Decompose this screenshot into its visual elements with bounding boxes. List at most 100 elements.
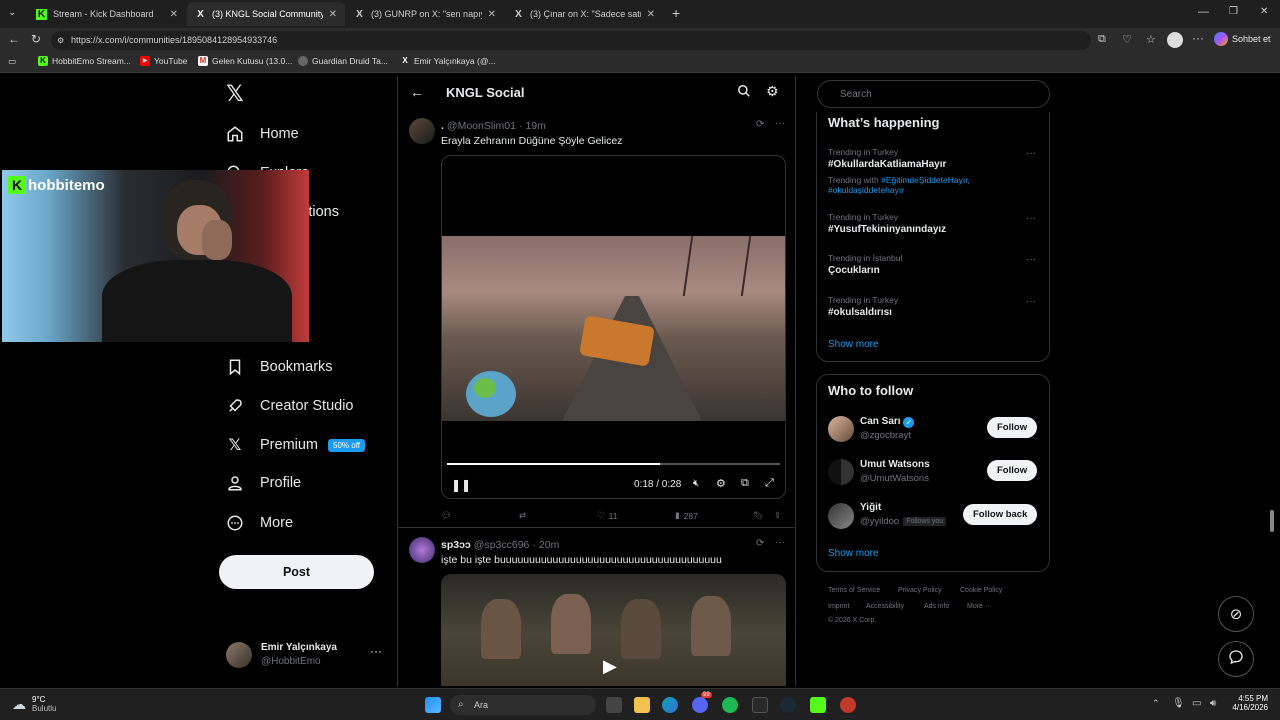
weather-widget[interactable]: ☁ 9°C Bulutlu [12,695,56,713]
avatar[interactable] [828,503,854,529]
more-dots-icon[interactable]: ··· [1026,296,1036,307]
mute-icon[interactable]: 🔇︎ [693,478,699,489]
account-switcher[interactable]: Emir Yalçınkaya @HobbitEmo ··· [226,640,386,672]
close-icon[interactable]: ✕ [329,9,337,20]
back-icon[interactable]: ← [8,32,20,46]
bookmarks-menu-icon[interactable]: ▭ [8,56,16,67]
messages-button[interactable] [1218,641,1254,677]
spotify-icon[interactable] [722,697,738,713]
tab-list-icon[interactable]: ⌄ [8,7,16,18]
volume-icon[interactable]: 🔊︎ [1210,698,1216,709]
bookmark-youtube[interactable]: ▶ YouTube [140,56,187,66]
bookmark-emir[interactable]: X Emir Yalçınkaya (@... [400,56,495,66]
footer-link-imprint[interactable]: Imprint [828,603,849,610]
tweet-author-name[interactable]: sp3ɔɔ [441,539,471,551]
avatar[interactable] [828,416,854,442]
trend-related-tag[interactable]: #EğitimdeŞiddeteHayır, [881,175,970,185]
pause-icon[interactable]: ❚❚ [451,478,471,492]
tweet[interactable]: sp3ɔɔ @sp3cc696 · 20m ⟳ ··· işte bu işte… [398,529,795,686]
bookmark-gmail[interactable]: M Gelen Kutusu (13.0... [198,56,292,66]
trends-show-more-link[interactable]: Show more [828,339,879,350]
video-progress-track[interactable] [447,463,780,465]
trend-tag[interactable]: Çocukların [828,265,880,276]
tweet[interactable]: . @MoonSlim01 · 19m ⟳ ··· Erayla Zehranı… [398,110,795,528]
close-icon[interactable]: ✕ [647,9,655,20]
tab-kick-dashboard[interactable]: K Stream - Kick Dashboard ✕ [28,2,186,26]
nav-profile[interactable]: Profile [226,474,301,492]
tweet-author-handle[interactable]: @MoonSlim01 [447,120,516,132]
tab-cinar[interactable]: X (3) Çınar on X: "Sadece satranç atı ✕ [505,2,663,26]
obs-icon[interactable] [840,697,856,713]
minimize-icon[interactable]: — [1198,6,1209,18]
pip-icon[interactable]: ⧉ [741,477,749,490]
follow-suggestion-name[interactable]: Yiğit [860,502,881,513]
grok-icon[interactable]: ⟳ [756,119,764,130]
grok-button[interactable]: ⊘ [1218,596,1254,632]
footer-link-accessibility[interactable]: Accessibility [866,603,904,610]
more-dots-icon[interactable]: ··· [775,537,785,548]
tweet-author-name[interactable]: . [441,120,444,132]
footer-link-more[interactable]: More ··· [967,603,992,610]
tray-chevron-icon[interactable]: ⌃ [1152,698,1160,709]
favorites-icon[interactable]: ☆ [1146,33,1156,46]
edge-icon[interactable] [662,697,678,713]
bookmark-icon[interactable]: 🔖︎ [753,510,764,521]
video-settings-icon[interactable]: ⚙ [716,477,726,490]
taskbar-search[interactable]: ⌕ Ara [450,695,596,715]
new-tab-icon[interactable]: + [672,5,680,21]
nav-more[interactable]: More [226,514,293,532]
follow-suggestion-name[interactable]: Can Sarı ✓ [860,416,915,428]
tweet-time[interactable]: 19m [525,120,545,132]
follow-suggestion-handle[interactable]: @zgocbrayt [860,430,911,441]
url-input[interactable]: ⚙ https://x.com/i/communities/1895084128… [51,31,1091,50]
file-explorer-icon[interactable] [634,697,650,713]
bookmark-hobbitemo[interactable]: K HobbitEmo Stream... [38,56,131,66]
network-icon[interactable]: ▭ [1192,698,1201,709]
x-logo-icon[interactable]: 𝕏 [226,83,248,105]
footer-link-cookies[interactable]: Cookie Policy [960,587,1002,594]
trend-tag[interactable]: #YusufTekininyanındayız [828,224,946,235]
discord-icon[interactable]: 99 [692,692,712,713]
settings-more-icon[interactable]: ··· [1192,31,1204,45]
terminal-icon[interactable] [752,697,768,713]
follow-button[interactable]: Follow [987,460,1038,481]
video-thumbnail[interactable]: ▶ [441,574,786,686]
tweet-time[interactable]: 20m [539,539,559,551]
grok-icon[interactable]: ⟳ [756,538,764,549]
more-dots-icon[interactable]: ··· [1026,148,1036,159]
play-icon[interactable]: ▶ [603,656,617,677]
task-view-icon[interactable] [606,697,622,713]
fullscreen-icon[interactable]: ⤢ [765,477,774,490]
like-button[interactable]: ♡ 11 [597,510,617,521]
search-input[interactable] [817,80,1050,108]
scrollbar-thumb[interactable] [1270,510,1274,532]
follow-back-button[interactable]: Follow back [963,504,1038,525]
back-arrow-icon[interactable]: ← [410,84,424,100]
tweet-author-handle[interactable]: @sp3cc696 [474,539,530,551]
follow-button[interactable]: Follow [987,417,1038,438]
kick-icon[interactable] [810,697,826,713]
nav-creator-studio[interactable]: Creator Studio [226,397,354,415]
trend-tag[interactable]: #OkullardaKatliamaHayır [828,159,946,170]
follow-suggestion-handle[interactable]: @yyildoo Follows you [860,516,947,527]
avatar[interactable] [409,537,435,563]
avatar[interactable] [828,459,854,485]
video-player[interactable]: ❚❚ 0:18 / 0:28 🔇︎ ⚙ ⧉ ⤢ [441,155,786,499]
extensions-icon[interactable]: ⧉ [1098,33,1106,46]
page-scrollbar[interactable] [1269,76,1275,686]
profile-avatar[interactable] [1167,32,1183,48]
avatar[interactable] [409,118,435,144]
window-close-icon[interactable]: ✕ [1260,6,1268,17]
post-button[interactable]: Post [219,555,374,589]
copilot-button[interactable]: Sohbet et [1214,32,1271,46]
trend-related-tag[interactable]: #okuldaşiddetehayır [828,185,904,195]
nav-home[interactable]: Home [226,125,299,143]
tab-kngl-community[interactable]: X (3) KNGL Social Community / X ✕ [187,2,345,26]
nav-premium[interactable]: 𝕏 Premium 50% off [226,436,365,454]
follow-suggestion-handle[interactable]: @UmutWatsons [860,473,929,484]
repost-button[interactable]: ⇄ [519,510,526,521]
close-icon[interactable]: ✕ [170,9,178,20]
close-icon[interactable]: ✕ [488,9,496,20]
search-icon[interactable] [737,84,751,103]
site-info-icon[interactable]: ⚙ [57,31,64,50]
